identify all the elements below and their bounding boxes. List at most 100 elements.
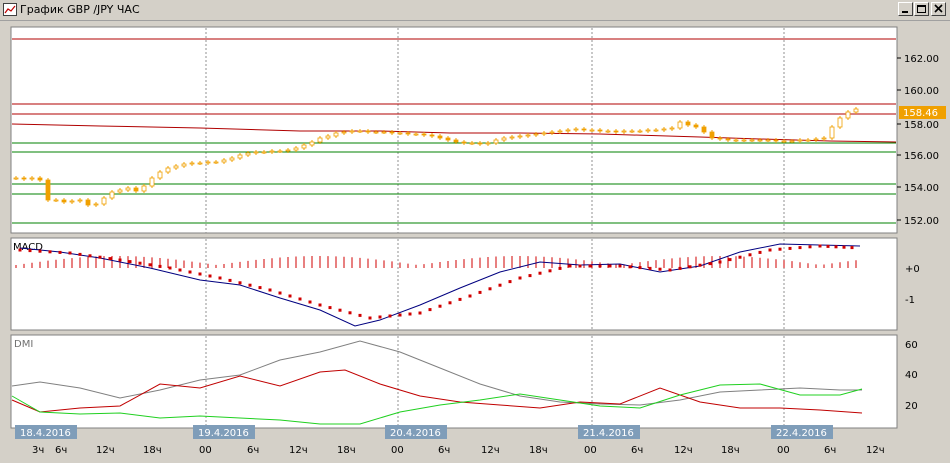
candle-body: [69, 200, 75, 203]
candle-body: [853, 108, 859, 113]
hour-label: 12ч: [481, 445, 500, 456]
signal-dot: [348, 311, 352, 315]
price-tick-label: 152.00: [904, 216, 939, 227]
maximize-button[interactable]: [914, 2, 929, 16]
candle-body: [813, 138, 819, 141]
signal-dot: [368, 316, 372, 320]
signal-dot: [818, 244, 822, 248]
candle-body: [389, 131, 395, 134]
signal-dot: [728, 258, 732, 262]
hour-label: 00: [777, 445, 790, 456]
dmi-label: DMI: [14, 339, 33, 350]
candle-body: [85, 199, 91, 206]
signal-dot: [668, 268, 672, 272]
signal-dot: [18, 248, 22, 252]
signal-dot: [538, 271, 542, 275]
candle-body: [285, 149, 291, 152]
time-axis: 18.4.2016 19.4.2016 20.4.2016 21.4.2016 22.4…: [15, 425, 885, 456]
candle-body: [725, 138, 731, 141]
candle-body: [765, 139, 771, 142]
dmi-tick-20: 20: [905, 401, 918, 412]
candle-body: [501, 137, 507, 141]
candle-body: [685, 121, 691, 126]
signal-dot: [618, 264, 622, 268]
candle-body: [405, 132, 411, 135]
date-tag-label: 19.4.2016: [198, 428, 249, 439]
signal-dot: [178, 268, 182, 272]
candle-body: [773, 139, 779, 142]
candle-body: [637, 130, 643, 133]
candle-body: [221, 159, 227, 163]
candle-body: [757, 139, 763, 142]
candle-body: [101, 197, 107, 205]
candle-body: [141, 185, 147, 192]
candle-body: [525, 134, 531, 137]
signal-dot: [278, 291, 282, 295]
candle-body: [557, 130, 563, 133]
price-axis: 162.00 160.00 158.00 156.00 154.00 152.00: [897, 54, 939, 227]
current-price-label: 158.46: [903, 108, 938, 119]
title-bar[interactable]: График GBP /JPY ЧАС: [0, 0, 950, 21]
signal-dot: [568, 264, 572, 268]
signal-dot: [850, 246, 854, 250]
close-button[interactable]: [931, 2, 946, 16]
hour-label: 12ч: [866, 445, 885, 456]
candle-body: [477, 142, 483, 145]
candle-body: [445, 137, 451, 141]
signal-dot: [468, 294, 472, 298]
signal-dot: [318, 303, 322, 307]
signal-dot: [148, 263, 152, 267]
signal-dot: [128, 260, 132, 264]
candle-body: [269, 150, 275, 153]
chart-canvas[interactable]: 162.00 160.00 158.00 156.00 154.00 152.00 158…: [0, 21, 950, 459]
candle-body: [21, 177, 27, 180]
dmi-tick-60: 60: [905, 340, 918, 351]
signal-dot: [238, 281, 242, 285]
macd-tick-zero: +0: [905, 264, 920, 275]
hour-label: 6ч: [438, 445, 450, 456]
signal-dot: [68, 251, 72, 255]
candle-body: [421, 133, 427, 136]
candle-body: [493, 139, 499, 144]
candle-body: [165, 167, 171, 173]
candle-body: [573, 128, 579, 131]
candle-body: [701, 126, 707, 133]
candle-body: [837, 117, 843, 128]
signal-dot: [198, 272, 202, 276]
signal-dot: [826, 244, 830, 248]
candle-body: [117, 189, 123, 193]
candle-body: [125, 187, 131, 191]
signal-dot: [188, 270, 192, 274]
close-icon: [934, 4, 943, 13]
signal-dot: [418, 311, 422, 315]
candle-body: [293, 147, 299, 151]
candle-body: [13, 177, 19, 180]
candle-body: [797, 139, 803, 142]
signal-dot: [328, 306, 332, 310]
candle-body: [645, 129, 651, 132]
candle-body: [581, 128, 587, 131]
hour-label: 18ч: [529, 445, 548, 456]
candle-body: [29, 177, 35, 180]
candle-body: [413, 133, 419, 136]
minimize-button[interactable]: [898, 2, 913, 16]
signal-dot: [478, 290, 482, 294]
signal-dot: [78, 252, 82, 256]
candle-body: [277, 150, 283, 153]
candle-body: [717, 137, 723, 140]
signal-dot: [598, 264, 602, 268]
candle-body: [205, 161, 211, 164]
signal-dot: [788, 246, 792, 250]
candle-body: [605, 130, 611, 133]
candle-body: [157, 171, 163, 179]
candle-body: [77, 199, 83, 202]
signal-dot: [228, 278, 232, 282]
signal-dot: [308, 300, 312, 304]
candle-body: [485, 142, 491, 145]
signal-dot: [698, 263, 702, 267]
hour-label: 18ч: [721, 445, 740, 456]
candle-body: [789, 140, 795, 143]
chart-window: График GBP /JPY ЧАС 162.00 160.00 158.00…: [0, 0, 950, 459]
hour-label: 3ч: [32, 445, 44, 456]
chart-icon: [3, 3, 17, 16]
